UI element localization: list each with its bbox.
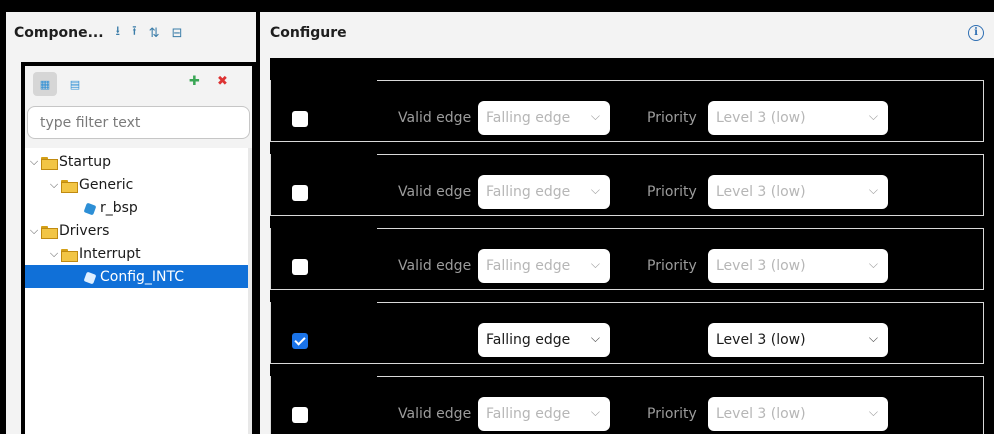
remove-component-icon[interactable]: ✖ [217,74,228,89]
expand-chevron-icon[interactable]: ⌵ [27,224,41,238]
chevron-down-icon: ⌵ [868,183,878,197]
tree-scrollbar[interactable] [248,148,252,434]
configure-panel-title: Configure [270,25,347,41]
valid-edge-label: Valid edge [398,258,472,274]
chevron-down-icon: ⌵ [590,331,600,345]
interrupt-row: Valid edge Falling edge ⌵ Priority Level… [270,80,994,154]
priority-select[interactable]: Level 3 (low) ⌵ [708,397,888,431]
filter-input[interactable] [27,106,250,139]
row-frame-top [377,228,984,229]
tree-item-interrupt[interactable]: ⌵ Interrupt [25,242,248,265]
info-icon[interactable]: i [968,25,984,41]
components-panel-title: Compone... [14,25,104,41]
category-view-icon[interactable]: ▦ [33,72,57,96]
priority-label: Priority [647,184,697,200]
expand-chevron-icon[interactable]: ⌵ [27,155,41,169]
tree-item-label: r_bsp [100,199,138,216]
chevron-down-icon: ⌵ [868,331,878,345]
row-frame-top [377,376,984,377]
priority-value: Level 3 (low) [716,258,806,274]
folder-icon [41,225,58,239]
tree-item-label: Generic [79,176,134,193]
priority-value: Level 3 (low) [716,110,806,126]
chevron-down-icon: ⌵ [590,109,600,123]
valid-edge-value: Falling edge [486,332,571,348]
chevron-down-icon: ⌵ [590,183,600,197]
valid-edge-value: Falling edge [486,406,571,422]
tree-item-startup[interactable]: ⌵ Startup [25,150,248,173]
valid-edge-select[interactable]: Falling edge ⌵ [478,175,610,209]
priority-value: Level 3 (low) [716,406,806,422]
components-panel-header: Compone... ⭳ ⭱ ⇅ ⊟ [6,12,256,54]
row-frame-top [377,302,984,303]
tree-item-label: Config_INTC [100,268,185,285]
components-panel: Compone... ⭳ ⭱ ⇅ ⊟ ▦ ▤ ✚ ✖ ⌵ Startup ⌵ [6,12,256,434]
priority-select[interactable]: Level 3 (low) ⌵ [708,249,888,283]
tree-item-label: Drivers [59,222,110,239]
enable-checkbox[interactable] [292,259,308,275]
enable-checkbox[interactable] [292,111,308,127]
tree-item-label: Interrupt [79,245,141,262]
priority-label: Priority [647,406,697,422]
priority-label: Priority [647,258,697,274]
import-icon[interactable]: ⭳ [116,22,121,44]
folder-icon [41,156,58,170]
configure-panel-header: Configure i [260,12,994,54]
components-panel-body: ▦ ▤ ✚ ✖ ⌵ Startup ⌵ Generic [21,62,256,434]
components-panel-inner: ▦ ▤ ✚ ✖ ⌵ Startup ⌵ Generic [25,66,252,434]
interrupt-row: Falling edge ⌵ Level 3 (low) ⌵ [270,302,994,376]
valid-edge-label: Valid edge [398,406,472,422]
components-toolbar: ▦ ▤ ✚ ✖ [25,66,252,102]
chevron-down-icon: ⌵ [868,257,878,271]
tree-item-label: Startup [59,153,111,170]
valid-edge-label: Valid edge [398,184,472,200]
valid-edge-label: Valid edge [398,110,472,126]
interrupt-row: Valid edge Falling edge ⌵ Priority Level… [270,154,994,228]
priority-select[interactable]: Level 3 (low) ⌵ [708,101,888,135]
valid-edge-select[interactable]: Falling edge ⌵ [478,249,610,283]
chevron-down-icon: ⌵ [868,109,878,123]
chevron-down-icon: ⌵ [590,257,600,271]
export-icon[interactable]: ⭱ [132,22,137,44]
component-icon [83,270,97,284]
valid-edge-value: Falling edge [486,258,571,274]
priority-select[interactable]: Level 3 (low) ⌵ [708,323,888,357]
folder-icon [61,179,78,193]
tree-item-r-bsp[interactable]: r_bsp [25,196,248,219]
enable-checkbox[interactable] [292,333,308,349]
chevron-down-icon: ⌵ [590,405,600,419]
priority-value: Level 3 (low) [716,184,806,200]
component-icon [83,201,97,215]
configure-panel: Configure i Valid edge Falling edge ⌵ Pr… [260,12,994,434]
valid-edge-select[interactable]: Falling edge ⌵ [478,101,610,135]
add-component-icon[interactable]: ✚ [189,74,200,89]
tree-item-drivers[interactable]: ⌵ Drivers [25,219,248,242]
folder-icon [61,248,78,262]
sort-az-icon[interactable]: ⇅ [149,26,160,41]
priority-label: Priority [647,110,697,126]
configure-panel-body: Valid edge Falling edge ⌵ Priority Level… [270,58,994,434]
chevron-down-icon: ⌵ [868,405,878,419]
valid-edge-select[interactable]: Falling edge ⌵ [478,397,610,431]
enable-checkbox[interactable] [292,185,308,201]
enable-checkbox[interactable] [292,407,308,423]
expand-chevron-icon[interactable]: ⌵ [47,178,61,192]
tree-item-config-intc[interactable]: Config_INTC [25,265,248,288]
valid-edge-value: Falling edge [486,184,571,200]
interrupt-row: Valid edge Falling edge ⌵ Priority Level… [270,376,994,434]
expand-chevron-icon[interactable]: ⌵ [47,247,61,261]
component-tree: ⌵ Startup ⌵ Generic r_bsp ⌵ Drivers ⌵ In… [25,148,248,434]
row-frame-top [377,154,984,155]
hierarchy-view-icon[interactable]: ▤ [63,72,87,96]
collapse-all-icon[interactable]: ⊟ [172,26,183,41]
valid-edge-value: Falling edge [486,110,571,126]
row-frame-top [377,80,984,81]
priority-value: Level 3 (low) [716,332,806,348]
valid-edge-select[interactable]: Falling edge ⌵ [478,323,610,357]
interrupt-row: Valid edge Falling edge ⌵ Priority Level… [270,228,994,302]
tree-item-generic[interactable]: ⌵ Generic [25,173,248,196]
priority-select[interactable]: Level 3 (low) ⌵ [708,175,888,209]
